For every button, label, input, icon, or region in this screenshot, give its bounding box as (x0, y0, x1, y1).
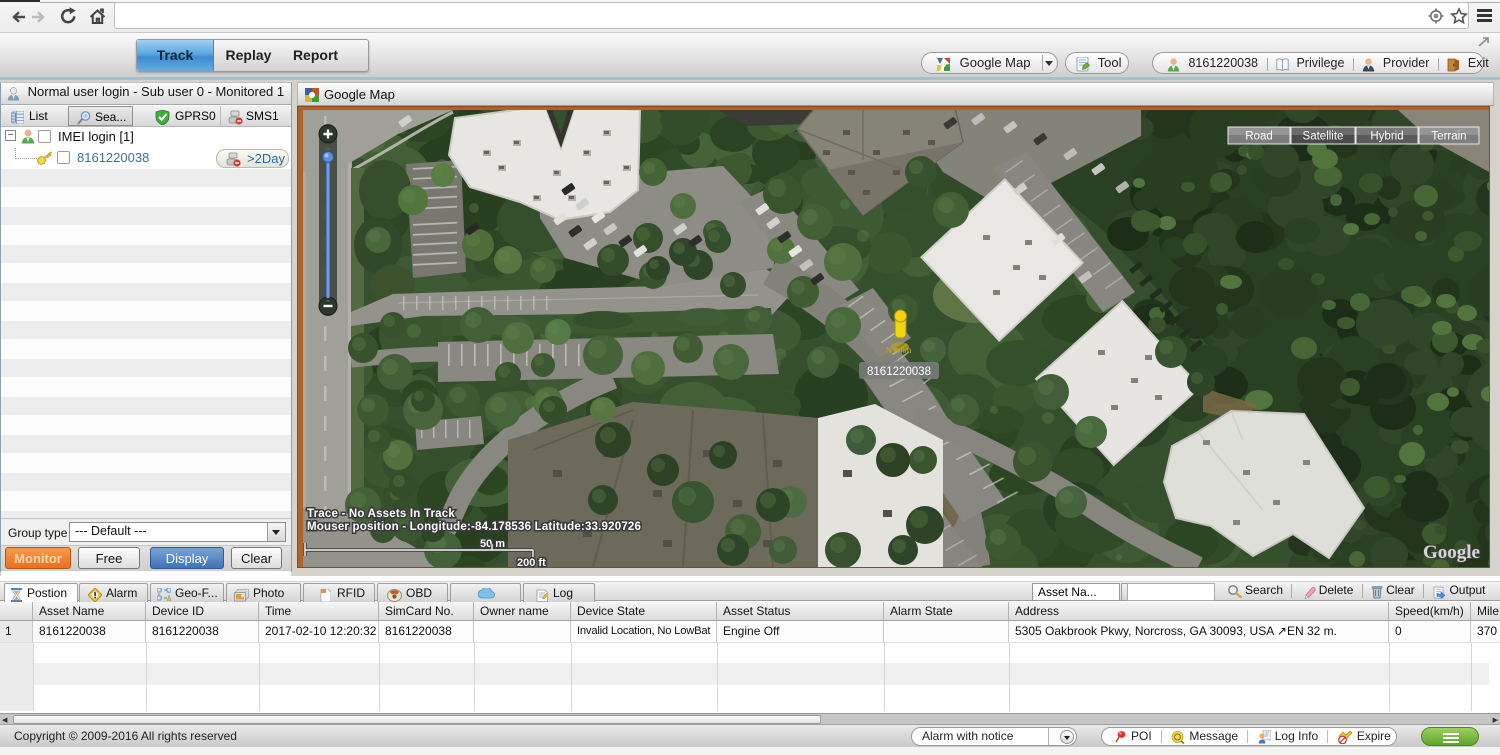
svg-text:Hybrid: Hybrid (1370, 131, 1403, 143)
svg-text:N km/h: N km/h (886, 346, 911, 355)
svg-text:Terrain: Terrain (1431, 131, 1466, 143)
svg-text:200 ft: 200 ft (517, 557, 546, 567)
svg-text:Trace - No Assets In Track: Trace - No Assets In Track (307, 508, 455, 520)
svg-text:Google: Google (1423, 542, 1480, 563)
svg-text:Satellite: Satellite (1303, 131, 1344, 143)
svg-text:Road: Road (1245, 131, 1273, 143)
svg-text:Mouser position - Longitude:-8: Mouser position - Longitude:-84.178536 L… (307, 521, 641, 533)
svg-text:8161220038: 8161220038 (867, 366, 931, 378)
